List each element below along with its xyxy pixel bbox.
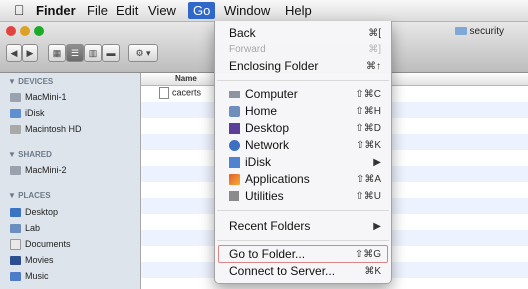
- menu-item-back[interactable]: Back ⌘[: [215, 25, 391, 42]
- sidebar-item-movies[interactable]: Movies: [10, 253, 54, 267]
- music-icon: [10, 272, 21, 282]
- network-icon: [229, 140, 240, 151]
- apple-menu-icon[interactable]: : [14, 2, 25, 19]
- window-title-text: security: [469, 26, 504, 37]
- document-icon: [159, 87, 169, 99]
- sidebar-item-music[interactable]: Music: [10, 269, 49, 283]
- sidebar-item-macmini-2[interactable]: MacMini-2: [10, 163, 67, 177]
- menu-item-enclosing-folder[interactable]: Enclosing Folder ⌘↑: [215, 58, 391, 75]
- applications-icon: [229, 174, 240, 185]
- menu-item-idisk[interactable]: iDisk ▶: [215, 154, 391, 171]
- menu-view[interactable]: View: [148, 2, 176, 19]
- sidebar: ▼ DEVICES MacMini-1 iDisk Macintosh HD ▼…: [0, 73, 141, 289]
- sidebar-item-desktop[interactable]: Desktop: [10, 205, 58, 219]
- column-name-label: Name: [175, 74, 197, 83]
- menu-item-recent-folders[interactable]: Recent Folders ▶: [215, 218, 391, 235]
- sidebar-item-documents[interactable]: Documents: [10, 237, 71, 251]
- zoom-window-button[interactable]: [34, 26, 44, 36]
- idisk-icon: [10, 109, 21, 119]
- menu-item-go-to-folder[interactable]: Go to Folder... ⇧⌘G: [215, 246, 391, 263]
- menu-edit[interactable]: Edit: [116, 2, 138, 19]
- folder-icon: [454, 27, 467, 36]
- file-row-cacerts[interactable]: cacerts: [159, 87, 201, 99]
- menu-help[interactable]: Help: [285, 2, 312, 19]
- desktop-icon: [229, 123, 240, 134]
- menu-item-computer[interactable]: Computer ⇧⌘C: [215, 86, 391, 103]
- menu-item-applications[interactable]: Applications ⇧⌘A: [215, 171, 391, 188]
- sidebar-header-devices[interactable]: ▼ DEVICES: [8, 77, 53, 86]
- home-icon: [10, 224, 21, 234]
- sidebar-item-lab[interactable]: Lab: [10, 221, 40, 235]
- computer-icon: [10, 166, 21, 176]
- menu-item-network[interactable]: Network ⇧⌘K: [215, 137, 391, 154]
- sidebar-item-idisk[interactable]: iDisk: [10, 106, 45, 120]
- window-title: security: [454, 26, 504, 37]
- menu-go[interactable]: Go: [188, 2, 216, 19]
- menu-separator: [217, 210, 389, 211]
- icon-view-button[interactable]: ▦: [48, 44, 66, 62]
- computer-icon: [10, 93, 21, 103]
- menu-separator: [217, 240, 389, 241]
- column-view-button[interactable]: ▥: [84, 44, 102, 62]
- documents-icon: [10, 239, 21, 251]
- home-icon: [229, 106, 240, 117]
- menu-separator: [217, 80, 389, 81]
- cover-flow-button[interactable]: ▬: [102, 44, 120, 62]
- menu-item-forward[interactable]: Forward ⌘]: [215, 41, 391, 58]
- action-menu-button[interactable]: ⚙ ▾: [128, 44, 158, 62]
- menu-item-utilities[interactable]: Utilities ⇧⌘U: [215, 188, 391, 205]
- utilities-icon: [229, 191, 239, 201]
- desktop-icon: [10, 208, 21, 218]
- movies-icon: [10, 256, 21, 266]
- menu-finder[interactable]: Finder: [36, 2, 76, 19]
- back-button[interactable]: ◀: [6, 44, 22, 62]
- minimize-window-button[interactable]: [20, 26, 30, 36]
- sidebar-item-macintosh-hd[interactable]: Macintosh HD: [10, 122, 82, 136]
- idisk-icon: [229, 157, 240, 168]
- menu-file[interactable]: File: [87, 2, 108, 19]
- hard-drive-icon: [10, 125, 21, 135]
- sidebar-header-shared[interactable]: ▼ SHARED: [8, 150, 52, 159]
- close-window-button[interactable]: [6, 26, 16, 36]
- menu-bar:  Finder File Edit View Go Window Help: [0, 0, 528, 22]
- menu-item-home[interactable]: Home ⇧⌘H: [215, 103, 391, 120]
- go-menu: Back ⌘[ Forward ⌘] Enclosing Folder ⌘↑ Comp…: [214, 21, 392, 284]
- computer-icon: [229, 91, 240, 98]
- forward-button[interactable]: ▶: [22, 44, 38, 62]
- sidebar-item-macmini-1[interactable]: MacMini-1: [10, 90, 67, 104]
- menu-item-desktop[interactable]: Desktop ⇧⌘D: [215, 120, 391, 137]
- menu-item-connect-to-server[interactable]: Connect to Server... ⌘K: [215, 263, 391, 280]
- menu-window[interactable]: Window: [224, 2, 270, 19]
- list-view-button[interactable]: ☰: [66, 44, 84, 62]
- sidebar-header-places[interactable]: ▼ PLACES: [8, 191, 51, 200]
